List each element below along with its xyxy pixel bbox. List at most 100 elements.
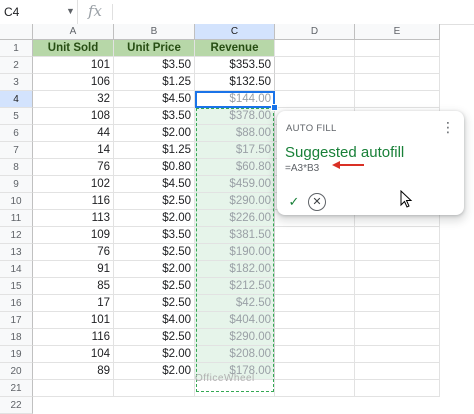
empty-cell[interactable] (275, 329, 355, 346)
row-header-17[interactable]: 17 (0, 312, 33, 329)
data-cell[interactable]: 104 (33, 346, 114, 363)
row-header-6[interactable]: 6 (0, 125, 33, 142)
empty-cell[interactable] (355, 227, 440, 244)
data-cell[interactable]: $3.50 (114, 108, 195, 125)
data-cell[interactable]: $132.50 (195, 74, 275, 91)
data-cell[interactable]: $3.50 (114, 57, 195, 74)
suggested-revenue-cell[interactable]: $17.50 (195, 142, 275, 159)
check-icon[interactable]: ✓ (284, 192, 304, 212)
row-header-8[interactable]: 8 (0, 159, 33, 176)
data-cell[interactable]: 17 (33, 295, 114, 312)
data-cell[interactable]: 85 (33, 278, 114, 295)
fill-handle[interactable] (271, 104, 278, 111)
empty-cell[interactable] (355, 380, 440, 397)
row-header-21[interactable]: 21 (0, 380, 33, 397)
empty-cell[interactable] (355, 40, 440, 57)
suggested-revenue-cell[interactable]: $404.00 (195, 312, 275, 329)
data-cell[interactable]: $2.00 (114, 210, 195, 227)
empty-cell[interactable] (355, 329, 440, 346)
data-cell[interactable]: $1.25 (114, 142, 195, 159)
row-header-3[interactable]: 3 (0, 74, 33, 91)
empty-cell[interactable] (355, 91, 440, 108)
empty-cell[interactable] (355, 312, 440, 329)
empty-cell[interactable] (275, 278, 355, 295)
data-cell[interactable]: $2.00 (114, 125, 195, 142)
suggested-revenue-cell[interactable]: $378.00 (195, 108, 275, 125)
header-cell-a[interactable]: Unit Sold (33, 40, 114, 57)
data-cell[interactable]: $353.50 (195, 57, 275, 74)
data-cell[interactable]: 116 (33, 193, 114, 210)
data-cell[interactable]: $2.00 (114, 346, 195, 363)
suggested-revenue-cell[interactable]: $190.00 (195, 244, 275, 261)
data-cell[interactable]: 14 (33, 142, 114, 159)
suggested-revenue-cell[interactable]: $459.00 (195, 176, 275, 193)
row-header-16[interactable]: 16 (0, 295, 33, 312)
empty-cell[interactable] (275, 312, 355, 329)
data-cell[interactable]: $2.50 (114, 193, 195, 210)
close-icon[interactable]: ✕ (308, 193, 326, 211)
empty-cell[interactable] (275, 40, 355, 57)
suggested-revenue-cell[interactable]: $381.50 (195, 227, 275, 244)
empty-cell[interactable] (275, 380, 355, 397)
data-cell[interactable]: 109 (33, 227, 114, 244)
empty-cell[interactable] (355, 278, 440, 295)
empty-cell[interactable] (275, 363, 355, 380)
suggested-revenue-cell[interactable]: $226.00 (195, 210, 275, 227)
data-cell[interactable]: 113 (33, 210, 114, 227)
data-cell[interactable]: 44 (33, 125, 114, 142)
column-header-c[interactable]: C (195, 24, 275, 40)
empty-cell[interactable] (355, 363, 440, 380)
empty-cell[interactable] (275, 295, 355, 312)
empty-cell[interactable] (355, 295, 440, 312)
suggested-revenue-cell[interactable]: $88.00 (195, 125, 275, 142)
empty-cell[interactable] (355, 74, 440, 91)
row-header-9[interactable]: 9 (0, 176, 33, 193)
suggested-revenue-cell[interactable]: $208.00 (195, 346, 275, 363)
suggested-revenue-cell[interactable]: $290.00 (195, 329, 275, 346)
empty-cell[interactable] (355, 57, 440, 74)
row-header-18[interactable]: 18 (0, 329, 33, 346)
data-cell[interactable]: 91 (33, 261, 114, 278)
header-cell-b[interactable]: Unit Price (114, 40, 195, 57)
data-cell[interactable]: $4.50 (114, 176, 195, 193)
active-cell-c4[interactable]: $144.00 (195, 91, 275, 108)
data-cell[interactable]: 76 (33, 159, 114, 176)
row-header-10[interactable]: 10 (0, 193, 33, 210)
row-header-19[interactable]: 19 (0, 346, 33, 363)
data-cell[interactable]: $2.50 (114, 278, 195, 295)
empty-cell[interactable] (33, 380, 114, 397)
column-header-b[interactable]: B (114, 24, 195, 40)
row-header-14[interactable]: 14 (0, 261, 33, 278)
data-cell[interactable]: $2.50 (114, 295, 195, 312)
row-header-11[interactable]: 11 (0, 210, 33, 227)
empty-cell[interactable] (355, 346, 440, 363)
select-all-corner[interactable] (0, 24, 33, 40)
data-cell[interactable]: $4.50 (114, 91, 195, 108)
suggested-revenue-cell[interactable]: $60.80 (195, 159, 275, 176)
row-header-4[interactable]: 4 (0, 91, 33, 108)
empty-cell[interactable] (275, 244, 355, 261)
suggested-revenue-cell[interactable]: $290.00 (195, 193, 275, 210)
data-cell[interactable]: 102 (33, 176, 114, 193)
data-cell[interactable]: 32 (33, 91, 114, 108)
row-header-5[interactable]: 5 (0, 108, 33, 125)
data-cell[interactable]: $3.50 (114, 227, 195, 244)
empty-cell[interactable] (355, 261, 440, 278)
column-header-d[interactable]: D (275, 24, 355, 40)
name-box-dropdown-icon[interactable]: ▼ (66, 6, 75, 16)
data-cell[interactable]: 106 (33, 74, 114, 91)
data-cell[interactable]: 108 (33, 108, 114, 125)
empty-cell[interactable] (275, 57, 355, 74)
suggested-revenue-cell[interactable]: $182.00 (195, 261, 275, 278)
data-cell[interactable]: $2.50 (114, 329, 195, 346)
empty-cell[interactable] (275, 261, 355, 278)
row-header-12[interactable]: 12 (0, 227, 33, 244)
name-box[interactable]: C4 ▼ (0, 0, 78, 24)
suggested-revenue-cell[interactable]: $42.50 (195, 295, 275, 312)
row-header-2[interactable]: 2 (0, 57, 33, 74)
data-cell[interactable]: 76 (33, 244, 114, 261)
column-header-a[interactable]: A (33, 24, 114, 40)
data-cell[interactable]: $2.00 (114, 363, 195, 380)
empty-cell[interactable] (275, 91, 355, 108)
data-cell[interactable]: 116 (33, 329, 114, 346)
